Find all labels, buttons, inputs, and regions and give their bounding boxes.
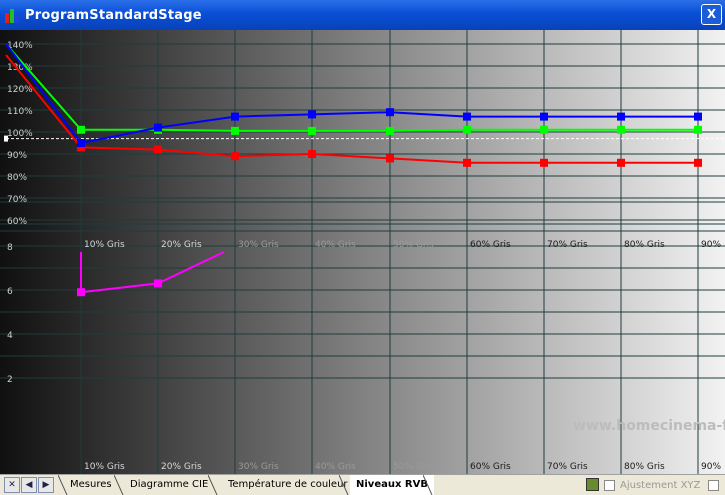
tab-separator <box>339 475 349 495</box>
green-point <box>231 126 239 135</box>
x-tick-label: 70% Gris <box>547 240 588 250</box>
tab-temperature-couleur[interactable]: Température de couleur <box>228 475 348 495</box>
previous-tab-icon[interactable]: ◀ <box>21 477 37 493</box>
xyz-option: Ajustement XYZ <box>604 477 720 493</box>
x-tick-label: 80% Gris <box>624 240 665 250</box>
blue-point <box>231 112 239 121</box>
window-title: ProgramStandardStage <box>25 7 202 23</box>
x-tick-label: 10% Gris <box>84 462 125 472</box>
green-point <box>386 126 394 135</box>
tab-separator <box>208 475 218 495</box>
red-point <box>617 158 625 167</box>
x-tick-label: 40% Gris <box>315 240 356 250</box>
y-tick-label: 60% <box>7 217 27 227</box>
x-tick-label: 30% Gris <box>238 240 279 250</box>
x-tick-label: 70% Gris <box>547 462 588 472</box>
green-point <box>463 125 471 134</box>
tab-bar: ✕ ◀ ▶ Mesures Diagramme CIE Température … <box>0 474 725 495</box>
x-tick-label: 60% Gris <box>470 240 511 250</box>
xyz-label: Ajustement XYZ <box>620 479 701 491</box>
green-point <box>694 125 702 134</box>
y-tick-label: 80% <box>7 173 27 183</box>
close-tab-icon[interactable]: ✕ <box>4 477 20 493</box>
y-tick-label: 110% <box>7 107 33 117</box>
tab-separator <box>423 475 433 495</box>
close-button[interactable]: X <box>701 4 722 25</box>
next-tab-icon[interactable]: ▶ <box>38 477 54 493</box>
app-icon <box>5 7 19 23</box>
green-point <box>540 125 548 134</box>
tab-niveaux-rvb[interactable]: Niveaux RVB <box>350 475 434 495</box>
green-point <box>617 125 625 134</box>
chart-background <box>0 30 725 474</box>
xyz-checkbox[interactable] <box>604 479 615 491</box>
x-tick-label: 60% Gris <box>470 462 511 472</box>
red-point <box>386 154 394 163</box>
y-tick-label: 8 <box>7 243 13 253</box>
red-point <box>694 158 702 167</box>
x-tick-label: 20% Gris <box>161 462 202 472</box>
x-tick-label: 40% Gris <box>315 462 356 472</box>
red-point <box>463 158 471 167</box>
blue-point <box>154 123 162 132</box>
upper-x-axis-labels: 10% Gris 20% Gris 30% Gris 40% Gris 50% Gris… <box>84 240 721 250</box>
tab-separator <box>114 475 124 495</box>
magenta-point <box>154 279 162 288</box>
red-point <box>308 150 316 158</box>
x-tick-label: 10% Gris <box>84 240 125 250</box>
green-point <box>77 125 85 134</box>
blue-point <box>540 112 548 121</box>
x-tick-label: 50% Gris <box>393 462 434 472</box>
y-tick-label: 2 <box>7 375 13 385</box>
blue-point <box>308 110 316 119</box>
x-tick-label: 90% <box>701 240 721 250</box>
watermark: www.homecinema-f <box>573 418 725 434</box>
red-point <box>540 158 548 167</box>
tab-separator <box>58 475 68 495</box>
x-tick-label: 30% Gris <box>238 462 279 472</box>
y-tick-label: 6 <box>7 287 13 297</box>
y-tick-label: 4 <box>7 331 13 341</box>
y-tick-label: 120% <box>7 85 33 95</box>
x-tick-label: 20% Gris <box>161 240 202 250</box>
blue-point <box>694 112 702 121</box>
x-tick-label: 80% Gris <box>624 462 665 472</box>
x-tick-label: 50% Gris <box>393 240 434 250</box>
blue-point <box>617 112 625 121</box>
title-bar[interactable]: ProgramStandardStage X <box>0 0 725 30</box>
y-tick-label: 100% <box>7 129 33 139</box>
blue-point <box>463 112 471 121</box>
green-point <box>308 126 316 135</box>
red-point <box>231 152 239 161</box>
extra-checkbox[interactable] <box>708 479 720 491</box>
blue-point <box>77 139 85 147</box>
reference-marker <box>4 135 8 142</box>
x-tick-label: 90% <box>701 462 721 472</box>
y-tick-label: 70% <box>7 195 27 205</box>
settings-icon[interactable] <box>586 478 599 491</box>
red-point <box>154 145 162 154</box>
blue-point <box>386 108 394 117</box>
tab-diagramme-cie[interactable]: Diagramme CIE <box>130 475 208 495</box>
magenta-point <box>77 288 85 297</box>
tab-mesures[interactable]: Mesures <box>70 475 112 495</box>
lower-x-axis-labels: 10% Gris 20% Gris 30% Gris 40% Gris 50% Gris… <box>84 462 721 472</box>
y-tick-label: 90% <box>7 151 27 161</box>
rgb-levels-chart: 140%130%120%110%100%90%80%70%60% 8642 10… <box>0 30 725 474</box>
